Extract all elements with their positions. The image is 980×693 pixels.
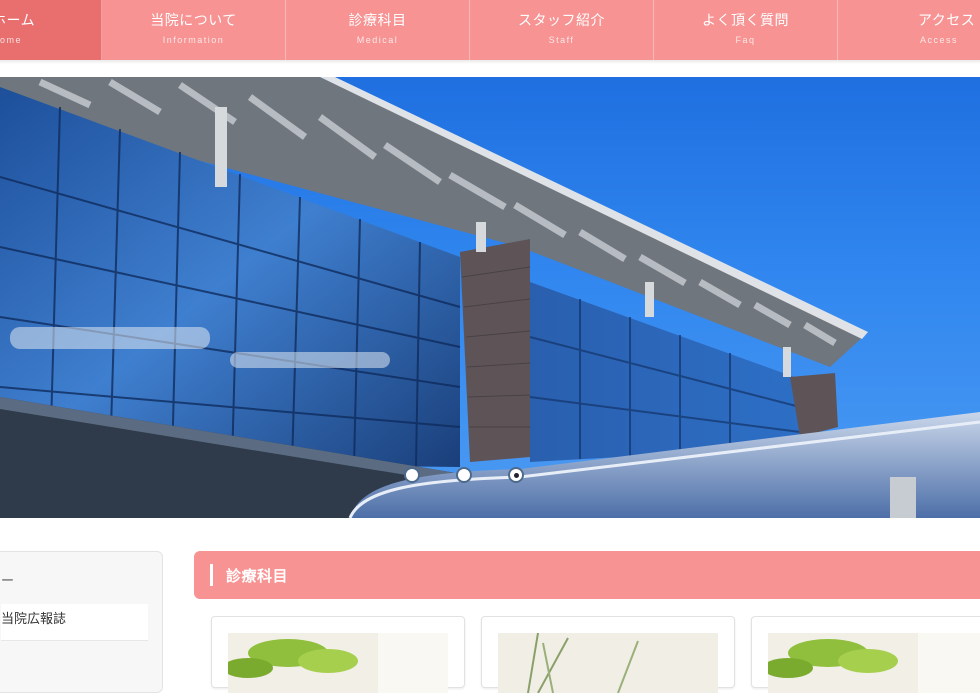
sidebar-title: ー bbox=[1, 574, 15, 589]
card-image-1 bbox=[228, 633, 448, 693]
hero-slider[interactable] bbox=[0, 77, 980, 518]
sidebar-link-newsletter[interactable]: 当院広報誌 bbox=[1, 604, 148, 641]
nav-item-information[interactable]: 当院について Information bbox=[102, 0, 286, 60]
slider-dot-2[interactable] bbox=[456, 467, 472, 483]
nav-information-sublabel: Information bbox=[162, 35, 225, 45]
nav-item-medical[interactable]: 診療科目 Medical bbox=[286, 0, 470, 60]
airport-terminal-photo bbox=[0, 77, 980, 518]
card-image-3 bbox=[768, 633, 980, 693]
medical-card-1[interactable] bbox=[211, 616, 465, 693]
nav-item-staff[interactable]: スタッフ紹介 Staff bbox=[470, 0, 654, 60]
nav-medical-label: 診療科目 bbox=[348, 13, 407, 29]
medical-card-2[interactable] bbox=[481, 616, 735, 693]
nav-item-access[interactable]: アクセス Access bbox=[838, 0, 978, 60]
slider-pagination bbox=[404, 467, 524, 483]
medical-card-3[interactable] bbox=[751, 616, 980, 693]
main-nav: ホーム Home 当院について Information 診療科目 Medical… bbox=[0, 0, 980, 60]
nav-shadow bbox=[0, 60, 980, 64]
sidebar: ー 当院広報誌 bbox=[0, 551, 163, 693]
nav-staff-sublabel: Staff bbox=[548, 35, 575, 45]
nav-faq-label: よく頂く質問 bbox=[702, 13, 789, 29]
nav-home-label: ホーム bbox=[0, 13, 36, 29]
slider-dot-1[interactable] bbox=[404, 467, 420, 483]
section-title: 診療科目 bbox=[226, 567, 289, 585]
nav-home-sublabel: Home bbox=[0, 35, 23, 45]
nav-access-sublabel: Access bbox=[920, 35, 959, 45]
nav-staff-label: スタッフ紹介 bbox=[518, 13, 605, 29]
nav-medical-sublabel: Medical bbox=[356, 35, 399, 45]
nav-item-faq[interactable]: よく頂く質問 Faq bbox=[654, 0, 838, 60]
nav-item-home[interactable]: ホーム Home bbox=[0, 0, 102, 60]
card-image-2 bbox=[498, 633, 718, 693]
nav-access-label: アクセス bbox=[918, 13, 976, 29]
section-header-bar bbox=[210, 564, 213, 586]
nav-faq-sublabel: Faq bbox=[735, 35, 756, 45]
slider-dot-3-active[interactable] bbox=[508, 467, 524, 483]
section-header-medical: 診療科目 bbox=[194, 551, 980, 599]
nav-information-label: 当院について bbox=[150, 13, 237, 29]
